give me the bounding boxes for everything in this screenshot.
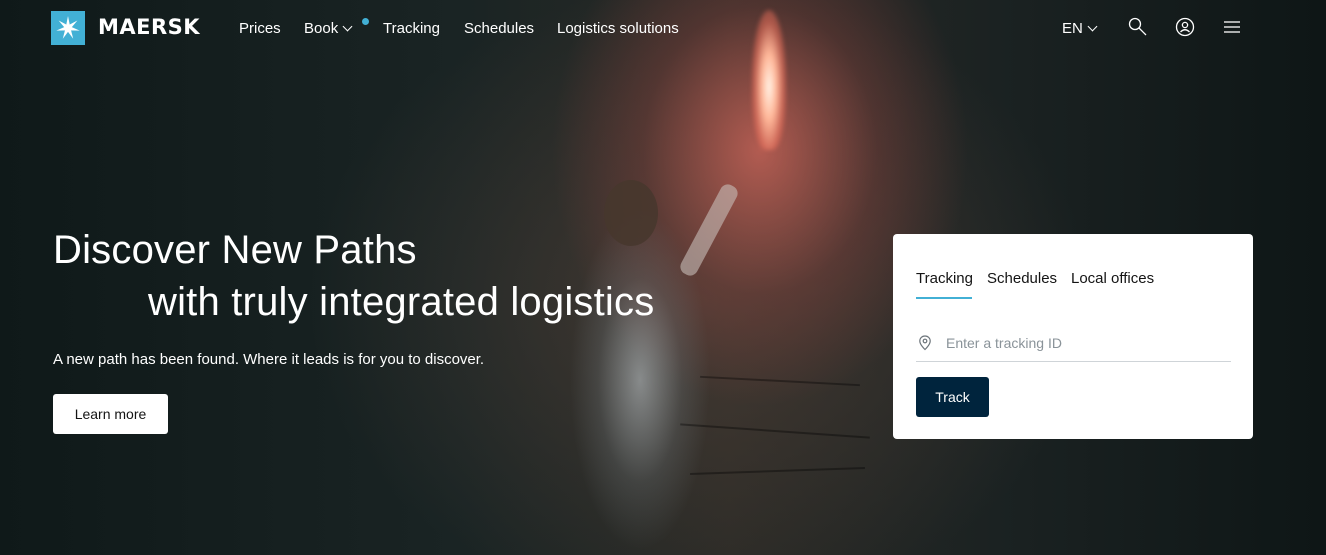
input-underline <box>916 361 1231 362</box>
seven-point-star-icon <box>56 16 80 39</box>
rock-edge <box>700 375 860 387</box>
brand-name[interactable]: MAERSK <box>98 15 200 39</box>
maersk-logo[interactable] <box>51 11 85 45</box>
menu-icon[interactable] <box>1221 16 1243 38</box>
language-label: EN <box>1062 20 1083 37</box>
hero-headline-line1: Discover New Paths <box>53 228 417 272</box>
learn-more-button[interactable]: Learn more <box>53 394 168 434</box>
chevron-down-icon <box>342 21 353 32</box>
user-icon[interactable] <box>1174 16 1196 38</box>
tab-local-offices[interactable]: Local offices <box>1071 270 1154 287</box>
hero-subheading: A new path has been found. Where it lead… <box>53 351 485 368</box>
nav-link-book-label: Book <box>304 20 339 37</box>
tab-tracking[interactable]: Tracking <box>916 270 973 287</box>
nav-link-logistics-solutions[interactable]: Logistics solutions <box>557 20 679 37</box>
search-icon[interactable] <box>1127 16 1149 38</box>
location-pin-icon <box>919 335 931 351</box>
nav-link-prices[interactable]: Prices <box>239 20 281 37</box>
tracking-id-input[interactable] <box>946 332 1226 354</box>
tab-schedules[interactable]: Schedules <box>987 270 1057 287</box>
active-tab-indicator <box>916 297 972 299</box>
top-navigation: MAERSK Prices Book Tracking Schedules Lo… <box>0 0 1326 58</box>
nav-link-book[interactable]: Book <box>304 18 369 37</box>
chevron-down-icon <box>1087 21 1098 32</box>
track-button[interactable]: Track <box>916 377 989 417</box>
nav-link-tracking[interactable]: Tracking <box>383 20 440 37</box>
hero-figure-head <box>604 180 658 246</box>
hero-headline-line2: with truly integrated logistics <box>148 280 655 324</box>
nav-link-schedules[interactable]: Schedules <box>464 20 534 37</box>
language-selector[interactable]: EN <box>1062 20 1098 37</box>
notification-dot <box>362 18 369 25</box>
